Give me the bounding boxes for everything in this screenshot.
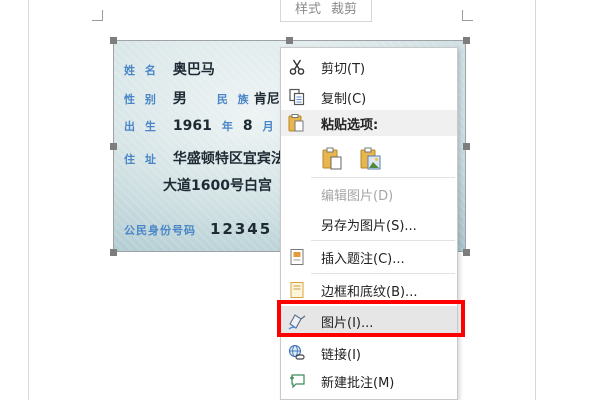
menu-item-new-comment[interactable]: 新建批注(M) [281, 368, 457, 394]
id-number-label: 公民身份号码 [124, 224, 196, 237]
crop-button[interactable]: 裁剪 [331, 0, 357, 17]
borders-icon [287, 280, 307, 300]
menu-item-insert-caption[interactable]: 插入题注(C)... [281, 244, 457, 270]
highlight-box [277, 300, 465, 337]
birth-year: 1961 [172, 118, 212, 134]
cut-label: 剪切(T) [321, 61, 366, 77]
resize-handle-right[interactable] [463, 143, 470, 150]
birth-month: 8 [242, 118, 253, 134]
birth-month-unit: 月 [262, 120, 274, 133]
id-number-value: 12345 [210, 220, 273, 238]
clipboard-icon [287, 113, 305, 137]
resize-handle-bottom-right[interactable] [463, 249, 470, 256]
address-row: 住 址 华盛顿特区宜宾法 [124, 148, 285, 168]
margin-corner-mark [92, 10, 103, 21]
menu-item-link[interactable]: 链接(I) [281, 340, 457, 366]
new-comment-icon [287, 371, 307, 391]
address-line2: 大道1600号白宫 [163, 178, 272, 194]
link-label: 链接(I) [321, 347, 361, 363]
menu-separator [311, 177, 455, 178]
id-number-row: 公民身份号码 12345 [124, 220, 272, 238]
context-menu: 剪切(T) 复制(C) 粘贴选项: 编辑图片(D) 另存为图片(S)... 插入… [280, 47, 458, 400]
caption-icon [287, 247, 307, 267]
birth-label: 出 生 [124, 120, 159, 133]
gender-row: 性 别 男 民 族 肯尼亚 [124, 88, 293, 108]
resize-handle-top-left[interactable] [110, 37, 117, 44]
ethnicity-label: 民 族 [216, 93, 252, 106]
resize-handle-left[interactable] [110, 143, 117, 150]
borders-shading-label: 边框和底纹(B)... [321, 284, 418, 300]
name-label: 姓 名 [124, 64, 159, 77]
style-button[interactable]: 样式 [295, 0, 321, 17]
resize-handle-top-right[interactable] [463, 37, 470, 44]
link-icon [287, 343, 307, 363]
resize-handle-top[interactable] [286, 37, 293, 44]
menu-separator [311, 273, 455, 274]
birth-year-unit: 年 [221, 120, 233, 133]
paste-options-label: 粘贴选项: [321, 118, 379, 133]
menu-item-edit-picture: 编辑图片(D) [281, 181, 457, 207]
page-right-edge [535, 0, 536, 400]
margin-corner-mark [462, 10, 473, 21]
menu-item-cut[interactable]: 剪切(T) [281, 54, 457, 80]
name-value: 奥巴马 [172, 62, 215, 78]
paste-options-header: 粘贴选项: [281, 110, 457, 136]
edit-picture-label: 编辑图片(D) [321, 188, 394, 204]
menu-item-save-as-picture[interactable]: 另存为图片(S)... [281, 211, 457, 237]
address-line1: 华盛顿特区宜宾法 [172, 151, 285, 167]
paste-keep-source-icon[interactable] [321, 146, 345, 172]
copy-label: 复制(C) [321, 91, 367, 107]
address-label: 住 址 [124, 153, 159, 166]
scissors-icon [287, 57, 307, 77]
gender-label: 性 别 [124, 93, 159, 106]
gender-value: 男 [172, 91, 187, 107]
birth-row: 出 生 1961 年 8 月 4 [124, 118, 293, 134]
resize-handle-bottom-left[interactable] [110, 249, 117, 256]
paste-as-picture-icon[interactable] [359, 146, 383, 172]
save-as-picture-label: 另存为图片(S)... [321, 218, 417, 234]
menu-separator [311, 240, 455, 241]
insert-caption-label: 插入题注(C)... [321, 251, 405, 267]
name-row: 姓 名 奥巴马 [124, 59, 215, 79]
mini-toolbar: 样式 裁剪 [280, 0, 372, 22]
address-row-2: 大道1600号白宫 [163, 175, 272, 195]
menu-item-copy[interactable]: 复制(C) [281, 84, 457, 110]
page-left-edge [28, 0, 29, 400]
new-comment-label: 新建批注(M) [321, 375, 395, 391]
copy-icon [287, 87, 307, 107]
